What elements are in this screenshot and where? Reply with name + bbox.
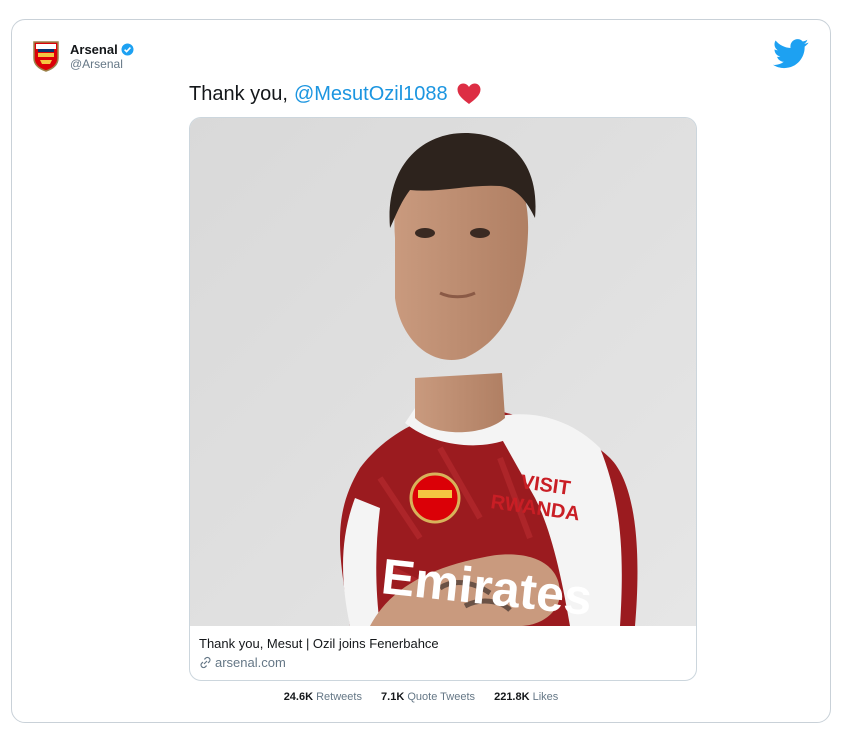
link-icon [199,656,212,669]
tweet-text: Thank you, @MesutOzil1088 [189,82,482,106]
tweet-card: Arsenal @Arsenal Thank you, @MesutOzil10… [11,19,831,723]
quote-tweets-count: 7.1K [381,691,405,703]
player-photo[interactable]: Emirates VISIT RWANDA [190,118,696,626]
tweet-body-text: Thank you, [189,82,288,105]
quote-tweets-stat[interactable]: 7.1K Quote Tweets [381,691,478,703]
account-handle[interactable]: @Arsenal [70,57,123,71]
account-name[interactable]: Arsenal [70,42,134,57]
link-domain-text[interactable]: arsenal.com [215,655,286,670]
link-card-title[interactable]: Thank you, Mesut | Ozil joins Fenerbahce [199,636,439,651]
red-heart-icon [456,82,482,106]
likes-count: 221.8K [494,691,530,703]
likes-stat[interactable]: 221.8K Likes [494,691,558,703]
account-name-text[interactable]: Arsenal [70,42,118,57]
link-card-domain[interactable]: arsenal.com [199,655,286,670]
retweets-label: Retweets [316,691,362,703]
mention-link[interactable]: @MesutOzil1088 [294,83,448,106]
arsenal-crest-avatar[interactable] [32,40,60,72]
retweets-count: 24.6K [283,691,314,703]
quote-tweets-label: Quote Tweets [407,691,476,703]
verified-badge-icon [121,43,134,56]
tweet-stats: 24.6K Retweets 7.1K Quote Tweets 221.8K … [12,691,830,703]
link-preview-card[interactable]: Emirates VISIT RWANDA Thank you, Mesut |… [189,117,697,681]
retweets-stat[interactable]: 24.6K Retweets [284,691,365,703]
twitter-bird-icon[interactable] [773,38,809,70]
likes-label: Likes [532,691,559,703]
